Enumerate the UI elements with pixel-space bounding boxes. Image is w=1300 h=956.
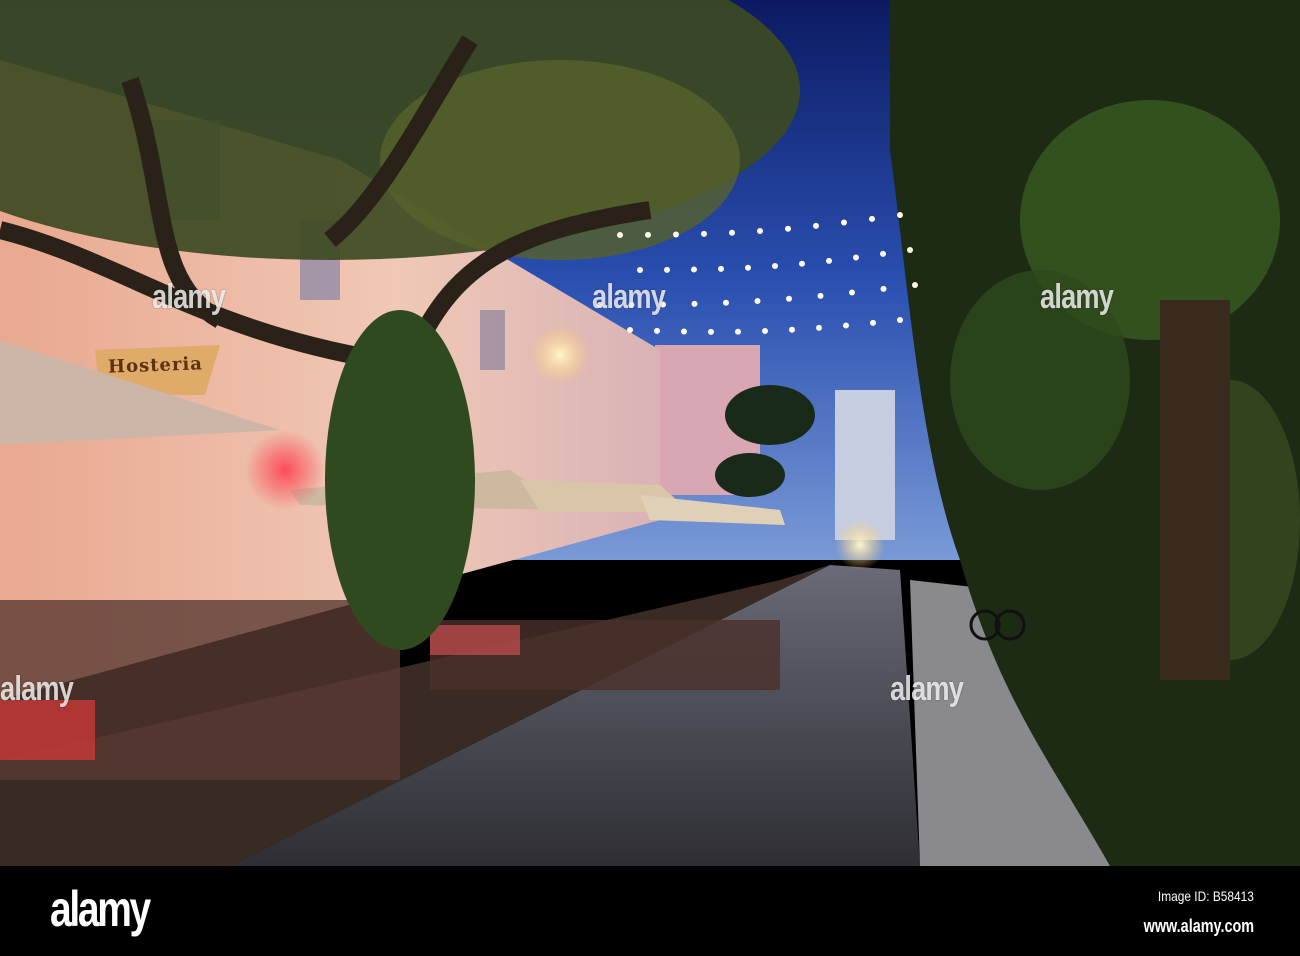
light-bulb: [880, 250, 886, 257]
street-photo: [0, 0, 1300, 866]
light-bulb: [912, 282, 918, 288]
watermark: alamy: [152, 278, 226, 316]
light-bulb: [723, 299, 729, 306]
light-bulb: [673, 231, 679, 238]
light-bulb: [843, 322, 849, 329]
light-bulb: [654, 327, 660, 334]
light-bulb: [745, 264, 751, 271]
light-bulb: [754, 298, 761, 304]
light-bulb: [645, 231, 651, 238]
vine: [325, 310, 475, 650]
light-bulb: [664, 266, 670, 273]
light-bulb: [897, 317, 903, 323]
light-bulb: [785, 225, 791, 232]
stock-photo-page: Hosteria alamy alamy alamy alamy alamy a…: [0, 0, 1300, 956]
light-bulb: [869, 215, 875, 222]
light-bulb: [816, 324, 822, 331]
alamy-logo: alamy: [50, 881, 151, 937]
light-bulb: [826, 257, 832, 264]
light-bulb: [897, 212, 903, 218]
watermark: alamy: [890, 670, 964, 708]
footer-bar: alamy Image ID: B58413 www.alamy.com: [0, 866, 1300, 956]
light-bulb: [757, 228, 763, 234]
light-bulb: [617, 232, 623, 238]
distant-tower: [835, 390, 895, 540]
light-bulb: [853, 254, 859, 261]
image-id: Image ID: B58413: [1158, 888, 1254, 904]
light-bulb: [789, 326, 795, 333]
light-bulb: [691, 300, 698, 307]
light-bulb: [681, 328, 687, 335]
light-bulb: [729, 229, 735, 236]
hosteria-sign-text: Hosteria: [107, 353, 204, 378]
light-bulb: [772, 263, 778, 269]
light-bulb: [718, 265, 724, 272]
light-bulb: [817, 292, 824, 299]
light-bulb: [786, 295, 792, 302]
light-bulb: [813, 222, 819, 229]
light-bulb: [849, 289, 855, 296]
light-bulb: [735, 328, 741, 335]
site-url[interactable]: www.alamy.com: [1144, 916, 1254, 937]
light-bulb: [799, 260, 805, 267]
light-bulb: [907, 247, 913, 253]
watermark: alamy: [0, 670, 74, 708]
light-bulb: [708, 328, 714, 335]
light-bulb: [701, 230, 707, 237]
light-bulb: [841, 219, 847, 226]
light-bulb: [637, 267, 643, 273]
light-bulb: [870, 319, 876, 326]
watermark: alamy: [1040, 278, 1114, 316]
light-bulb: [880, 285, 887, 292]
light-bulb: [691, 266, 697, 273]
light-bulb: [762, 328, 768, 334]
watermark: alamy: [592, 278, 666, 316]
light-bulb: [627, 327, 633, 333]
